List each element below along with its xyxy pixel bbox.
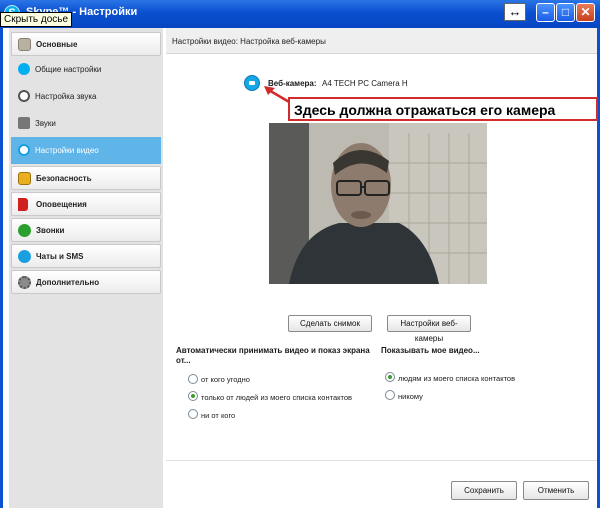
sidebar-category-advanced[interactable]: Дополнительно	[11, 270, 161, 294]
gear-icon	[18, 276, 31, 289]
radio-contacts-only-label: только от людей из моего списка контакто…	[201, 393, 353, 402]
phone-icon	[18, 224, 31, 237]
breadcrumb: Настройки видео: Настройка веб-камеры	[166, 28, 597, 54]
resize-arrows-icon[interactable]: ↔	[504, 3, 526, 21]
sidebar-category-general[interactable]: Основные	[11, 32, 161, 56]
sidebar-category-label: Дополнительно	[36, 278, 100, 287]
flag-icon	[18, 198, 28, 211]
radio-nobody-label: ни от кого	[201, 411, 236, 420]
sidebar-category-security[interactable]: Безопасность	[11, 166, 161, 190]
radio-anyone-label: от кого угодно	[201, 375, 250, 384]
sidebar-item-video-settings[interactable]: Настройки видео	[11, 137, 161, 164]
sidebar-item-label: Звуки	[35, 119, 56, 128]
radio-video-contacts[interactable]	[385, 372, 395, 382]
sidebar-item-label: Общие настройки	[35, 65, 102, 74]
chat-icon	[18, 250, 31, 263]
sidebar-category-notifications[interactable]: Оповещения	[11, 192, 161, 216]
webcam-settings-button[interactable]: Настройки веб-камеры	[387, 315, 471, 343]
webcam-device-name: A4 TECH PC Camera H	[322, 79, 408, 88]
settings-content: Настройки видео: Настройка веб-камеры Ве…	[166, 28, 598, 508]
take-snapshot-button[interactable]: Сделать снимок	[288, 315, 372, 332]
sidebar-item-general-settings[interactable]: Общие настройки	[11, 56, 161, 83]
annotation-callout: Здесь должна отражаться его камера	[288, 97, 598, 121]
speaker-icon	[18, 117, 30, 129]
settings-window-body: Основные Общие настройки Настройка звука…	[0, 28, 600, 508]
radio-contacts-only[interactable]	[188, 391, 198, 401]
sidebar-category-label: Оповещения	[36, 200, 87, 209]
sidebar-item-label: Настройка звука	[35, 92, 97, 101]
sidebar-item-audio-settings[interactable]: Настройка звука	[11, 83, 161, 110]
close-button[interactable]: ✕	[576, 3, 595, 22]
sidebar-category-label: Звонки	[36, 226, 65, 235]
radio-video-nobody[interactable]	[385, 390, 395, 400]
auto-accept-title: Автоматически принимать видео и показ эк…	[176, 346, 370, 365]
sidebar-item-label: Настройки видео	[35, 146, 99, 155]
maximize-button[interactable]: □	[556, 3, 575, 22]
window-titlebar: S Skype™ - Настройки ↔ – □ ✕	[0, 0, 600, 28]
cancel-button[interactable]: Отменить	[523, 481, 589, 500]
sidebar-category-chats[interactable]: Чаты и SMS	[11, 244, 161, 268]
sidebar-category-calls[interactable]: Звонки	[11, 218, 161, 242]
general-icon	[18, 38, 31, 51]
minimize-button[interactable]: –	[536, 3, 555, 22]
show-video-title: Показывать мое видео...	[381, 346, 480, 355]
webcam-icon[interactable]	[244, 75, 260, 91]
sidebar-category-label: Основные	[36, 40, 78, 49]
radio-video-contacts-label: людям из моего списка контактов	[398, 374, 516, 383]
headset-icon	[18, 90, 30, 102]
radio-nobody[interactable]	[188, 409, 198, 419]
sidebar-item-sounds[interactable]: Звуки	[11, 110, 161, 137]
sidebar-category-label: Чаты и SMS	[36, 252, 84, 261]
tooltip: Скрыть досье	[0, 12, 73, 27]
radio-video-nobody-label: никому	[398, 392, 423, 401]
webcam-preview	[269, 123, 487, 284]
footer-divider	[166, 460, 597, 461]
skype-icon	[18, 63, 30, 75]
radio-anyone[interactable]	[188, 374, 198, 384]
settings-sidebar: Основные Общие настройки Настройка звука…	[9, 28, 163, 508]
lock-icon	[18, 172, 31, 185]
webcam-icon	[18, 144, 30, 156]
annotation-text: Здесь должна отражаться его камера	[294, 102, 556, 118]
sidebar-category-label: Безопасность	[36, 174, 92, 183]
breadcrumb-text: Настройки видео: Настройка веб-камеры	[172, 37, 326, 46]
save-button[interactable]: Сохранить	[451, 481, 517, 500]
